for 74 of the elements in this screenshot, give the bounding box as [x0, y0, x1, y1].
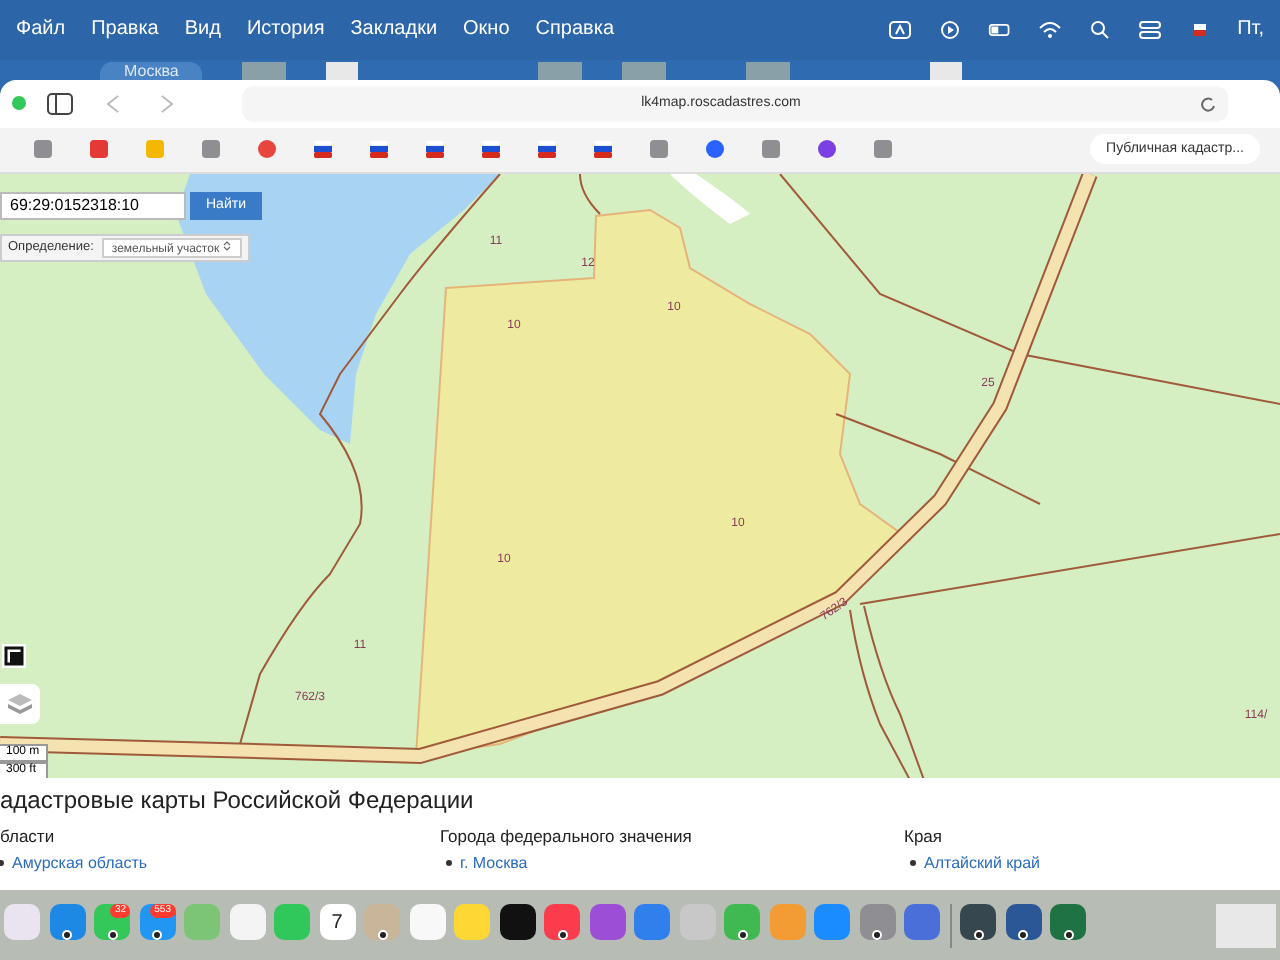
reload-icon[interactable]: [1200, 95, 1216, 112]
app-icon[interactable]: [960, 904, 996, 941]
app-icon[interactable]: [544, 904, 580, 941]
running-indicator: [874, 932, 880, 939]
sidebar-icon[interactable]: [46, 91, 78, 116]
weather-widget[interactable]: Москва: [100, 61, 203, 80]
calendar-app-icon[interactable]: 7: [319, 904, 355, 941]
play-icon[interactable]: [937, 19, 962, 40]
input-source-icon[interactable]: [887, 19, 912, 40]
region-link[interactable]: г. Москва: [460, 854, 528, 873]
layers-icon: [6, 691, 34, 716]
cadastral-number-field[interactable]: 69:29:0152318:10: [0, 191, 186, 220]
app-icon[interactable]: [1050, 904, 1086, 941]
running-indicator: [1020, 932, 1026, 939]
photo-placeholder: [746, 61, 791, 80]
menu-item[interactable]: Файл: [16, 18, 66, 41]
flag-icon[interactable]: [482, 140, 500, 159]
bookmark-icon[interactable]: [706, 140, 724, 159]
app-icon[interactable]: [1005, 904, 1041, 941]
battery-icon[interactable]: [987, 19, 1012, 40]
bookmark-icon[interactable]: [90, 140, 108, 159]
bookmark-icon[interactable]: [650, 140, 668, 159]
calendar-day: 7: [331, 911, 343, 934]
running-indicator: [154, 932, 160, 939]
region-link[interactable]: Алтайский край: [924, 854, 1041, 873]
bullet-icon: [910, 860, 916, 867]
running-indicator: [109, 932, 115, 939]
menu-item[interactable]: Справка: [535, 18, 615, 41]
wifi-icon[interactable]: [1037, 19, 1062, 40]
menu-item[interactable]: Окно: [463, 18, 510, 41]
document-thumbnail: [930, 61, 963, 80]
page-heading: адастровые карты Российской Федерации: [0, 786, 476, 815]
bookmark-icon[interactable]: [202, 140, 220, 159]
search-icon[interactable]: [1087, 19, 1112, 40]
photo-placeholder: [538, 61, 583, 80]
bookmark-icon[interactable]: [874, 140, 892, 159]
select-arrows-icon: [222, 239, 233, 252]
app-icon[interactable]: [499, 904, 535, 941]
running-indicator: [64, 932, 70, 939]
window-thumbnail[interactable]: [1216, 903, 1276, 948]
column-heading: бласти: [0, 826, 55, 847]
running-indicator: [1065, 932, 1071, 939]
menu-item[interactable]: Правка: [91, 18, 159, 41]
region-link[interactable]: Амурская область: [12, 854, 148, 873]
control-center-icon[interactable]: [1137, 19, 1162, 40]
column-heading: Города федерального значения: [440, 826, 692, 847]
flag-icon[interactable]: [594, 140, 612, 159]
bookmark-icon[interactable]: [258, 140, 276, 159]
flag-icon[interactable]: [538, 140, 556, 159]
bookmark-icon[interactable]: [818, 140, 836, 159]
photo-placeholder: [622, 61, 667, 80]
menu-item[interactable]: Вид: [184, 18, 221, 41]
running-indicator: [739, 932, 745, 939]
photo-placeholder: [242, 61, 287, 80]
app-icon[interactable]: [364, 904, 400, 941]
app-icon[interactable]: [724, 904, 760, 941]
running-indicator: [559, 932, 565, 939]
bullet-icon: [446, 860, 452, 867]
running-indicator: [975, 932, 981, 939]
column-heading: Края: [904, 826, 943, 847]
menu-item[interactable]: История: [246, 18, 325, 41]
document-thumbnail: [326, 61, 359, 80]
flag-icon[interactable]: [426, 140, 444, 159]
menu-clock[interactable]: Пт,: [1237, 18, 1264, 41]
bookmark-icon[interactable]: [34, 140, 52, 159]
running-indicator: [379, 932, 385, 939]
app-icon[interactable]: [859, 904, 895, 941]
app-icon[interactable]: [49, 904, 85, 941]
selection-icon[interactable]: [2, 643, 26, 668]
flag-icon[interactable]: [370, 140, 388, 159]
layers-button[interactable]: [0, 683, 40, 724]
menu-item[interactable]: Закладки: [350, 18, 438, 41]
bookmark-icon[interactable]: [762, 140, 780, 159]
flag-icon[interactable]: [314, 140, 332, 159]
